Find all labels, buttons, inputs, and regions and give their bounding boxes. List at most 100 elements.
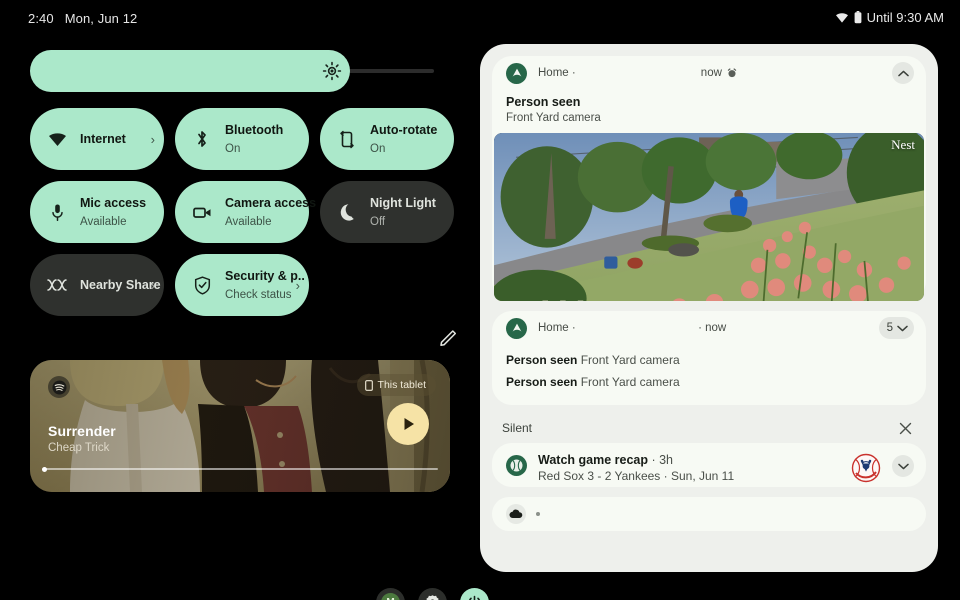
moon-icon	[336, 203, 358, 221]
nearby-share-icon	[46, 279, 68, 291]
collapse-button[interactable]	[892, 62, 914, 84]
auto-rotate-icon	[336, 130, 358, 149]
chevron-right-icon[interactable]: ›	[143, 132, 155, 147]
qs-tile-auto-rotate-title: Auto-rotate	[370, 123, 438, 137]
quick-settings-tiles: Internet › Bluetooth On Auto-rotate On M…	[30, 108, 454, 316]
edit-tiles-icon[interactable]	[438, 326, 460, 348]
qs-tile-security-privacy-text: Security & p.. Check status	[225, 267, 305, 303]
home-app-icon	[506, 62, 527, 84]
notification-card-peek[interactable]	[492, 497, 926, 531]
qs-tile-night-light-text: Night Light Off	[370, 194, 445, 230]
notification-group-line-rest: Front Yard camera	[577, 353, 680, 367]
notification-row-subtitle: Red Sox 3 - 2 Yankees · Sun, Jun 11	[538, 469, 735, 483]
notification-title: Person seen	[506, 95, 581, 109]
notification-group-header: Home · · now 5	[492, 311, 926, 345]
silent-section-header: Silent	[492, 415, 926, 443]
qs-tile-auto-rotate[interactable]: Auto-rotate On	[320, 108, 454, 170]
baseball-icon	[506, 455, 527, 476]
notification-header: Home · now	[492, 56, 926, 90]
qs-tile-camera-access[interactable]: Camera access Available	[175, 181, 316, 243]
notification-row-title: Watch game recap	[538, 453, 648, 467]
android-quick-settings-screen: 2:40 Mon, Jun 12 Until 9:30 AM Internet …	[0, 0, 960, 600]
spotify-icon	[48, 376, 70, 398]
brightness-slider[interactable]	[30, 50, 434, 92]
qs-tile-security-privacy-state: Check status	[225, 289, 292, 301]
chevron-up-icon	[897, 70, 909, 76]
power-icon	[469, 595, 480, 600]
camera-icon	[191, 206, 213, 219]
qs-tile-bluetooth-title: Bluetooth	[225, 123, 284, 137]
camera-image	[494, 133, 924, 301]
cloud-icon	[506, 504, 526, 524]
qs-tile-camera-access-title: Camera access	[225, 196, 317, 210]
notification-card-expanded[interactable]: Home · now Person seen Front Yard camera…	[492, 56, 926, 301]
qs-tile-bluetooth-text: Bluetooth On	[225, 121, 300, 157]
wifi-icon	[835, 12, 849, 24]
chevron-right-icon[interactable]: ›	[288, 278, 300, 293]
camera-snapshot[interactable]: Nest	[494, 133, 924, 301]
qs-tile-internet[interactable]: Internet ›	[30, 108, 164, 170]
brightness-icon	[322, 61, 342, 81]
notification-card-grouped[interactable]: Home · · now 5 Person seen Front Yard ca…	[492, 311, 926, 405]
status-bar-left: 2:40 Mon, Jun 12	[28, 11, 137, 26]
notification-dot	[536, 512, 540, 516]
shield-check-icon	[191, 275, 213, 295]
chevron-right-icon[interactable]: ›	[143, 278, 155, 293]
qs-tile-internet-title: Internet	[80, 132, 126, 146]
alarm-icon	[727, 68, 737, 78]
qs-tile-night-light[interactable]: Night Light Off	[320, 181, 454, 243]
status-time: 2:40	[28, 11, 54, 26]
battery-icon	[854, 11, 862, 24]
power-button[interactable]	[460, 588, 489, 600]
camera-brand-watermark: Nest	[891, 137, 915, 152]
output-device-chip[interactable]: This tablet	[356, 374, 436, 396]
status-date: Mon, Jun 12	[64, 11, 138, 26]
play-button[interactable]	[387, 403, 429, 445]
brightness-fill[interactable]	[30, 50, 350, 92]
edit-tiles-row	[30, 316, 457, 356]
qs-tile-night-light-state: Off	[370, 216, 386, 228]
qs-tile-security-privacy[interactable]: Security & p.. Check status ›	[175, 254, 309, 316]
quick-settings-panel: Internet › Bluetooth On Auto-rotate On M…	[30, 50, 489, 600]
notification-group-body: Person seen Front Yard camera Person see…	[492, 345, 926, 393]
qs-tile-night-light-title: Night Light	[370, 196, 436, 210]
qs-tile-auto-rotate-text: Auto-rotate On	[370, 121, 445, 157]
gear-icon	[426, 595, 439, 600]
avatar-initial: M	[381, 593, 400, 600]
silent-section-label: Silent	[502, 421, 533, 435]
user-avatar[interactable]: M	[376, 588, 405, 600]
settings-button[interactable]	[418, 588, 447, 600]
notification-expand-button[interactable]	[892, 455, 914, 477]
media-track-artist: Cheap Trick	[48, 442, 110, 454]
media-player[interactable]: This tablet Surrender Cheap Trick	[30, 360, 450, 492]
qs-tile-camera-access-state: Available	[225, 216, 272, 228]
home-app-icon	[506, 317, 527, 339]
qs-tile-nearby-share-text: Nearby Share	[80, 276, 161, 294]
notification-row-title-wrap: Watch game recap · 3h	[538, 453, 849, 467]
media-progress-bar[interactable]	[42, 466, 438, 472]
notification-group-count-value: 5	[886, 322, 893, 334]
notification-group-time: · now	[698, 322, 727, 334]
notification-group-count[interactable]: 5	[878, 317, 914, 339]
qs-tile-bluetooth[interactable]: Bluetooth On	[175, 108, 309, 170]
notification-time-group: now	[546, 67, 892, 79]
qs-tile-mic-access[interactable]: Mic access Available	[30, 181, 164, 243]
wifi-icon	[46, 132, 68, 147]
qs-tile-internet-text: Internet	[80, 130, 143, 148]
notification-group-line-rest: Front Yard camera	[577, 375, 680, 389]
notification-time: now	[700, 67, 722, 79]
notification-group-line-bold: Person seen	[506, 375, 578, 389]
qs-tile-nearby-share[interactable]: Nearby Share ›	[30, 254, 164, 316]
notification-row: Watch game recap · 3h Red Sox 3 - 2 Yank…	[492, 443, 926, 483]
bluetooth-icon	[191, 129, 213, 149]
qs-tile-mic-access-state: Available	[80, 216, 127, 228]
qs-tile-mic-access-title: Mic access	[80, 196, 147, 210]
notification-card-game-recap[interactable]: Watch game recap · 3h Red Sox 3 - 2 Yank…	[492, 443, 926, 487]
notification-group-line-bold: Person seen	[506, 353, 578, 367]
output-device-label: This tablet	[377, 379, 426, 391]
qs-tile-bluetooth-state: On	[225, 143, 241, 155]
notification-group-line: Person seen Front Yard camera	[506, 371, 912, 393]
qs-tile-camera-access-text: Camera access Available	[225, 194, 316, 230]
close-icon[interactable]	[899, 422, 912, 435]
status-bar: 2:40 Mon, Jun 12 Until 9:30 AM	[0, 0, 960, 36]
